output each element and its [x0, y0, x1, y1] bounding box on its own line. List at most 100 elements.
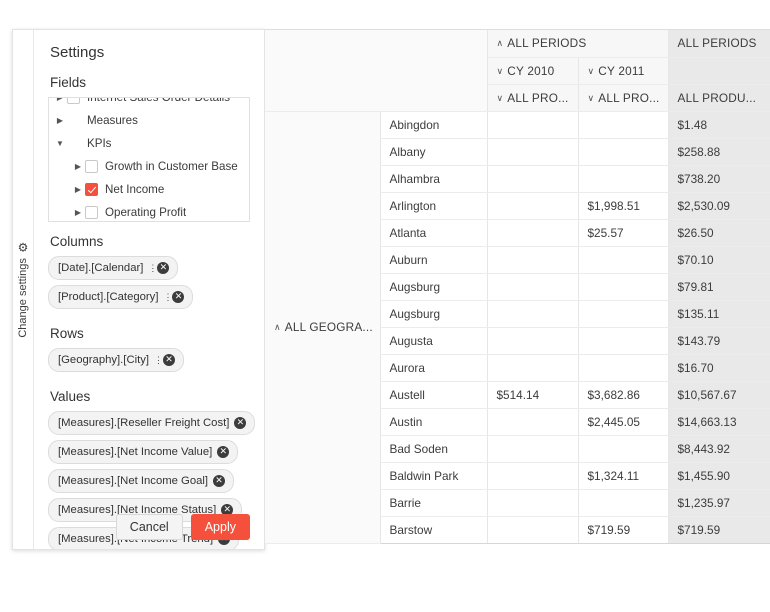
- table-row[interactable]: ∧ ALL GEOGRA... Abingdon $1.48: [265, 111, 770, 544]
- pivot-value-cell[interactable]: [487, 192, 579, 220]
- pivot-total-cell[interactable]: $258.88: [668, 138, 770, 166]
- pivot-value-cell[interactable]: [578, 246, 669, 274]
- pivot-total-cell[interactable]: $135.11: [668, 300, 770, 328]
- pivot-value-cell[interactable]: [487, 300, 579, 328]
- pivot-value-cell[interactable]: [487, 516, 579, 544]
- value-field-chip[interactable]: [Measures].[Net Income Value] ✕: [48, 440, 239, 464]
- chevron-right-icon[interactable]: ▶: [53, 98, 67, 102]
- pivot-value-cell[interactable]: [487, 435, 579, 463]
- pivot-row-label-cell[interactable]: Augusta: [380, 327, 488, 355]
- chevron-down-icon[interactable]: ∨: [497, 66, 504, 77]
- value-field-chip[interactable]: [Measures].[Net Income Goal] ✕: [48, 469, 235, 493]
- pivot-row-label-cell[interactable]: Aurora: [380, 354, 488, 382]
- chevron-down-icon[interactable]: ▼: [53, 139, 67, 148]
- pivot-column-header[interactable]: ∨ ALL PRO...: [578, 84, 669, 112]
- pivot-value-cell[interactable]: $2,445.05: [578, 408, 669, 436]
- pivot-row-label-cell[interactable]: Barstow: [380, 516, 488, 544]
- pivot-value-cell[interactable]: [578, 435, 669, 463]
- pivot-row-label-cell[interactable]: Augsburg: [380, 273, 488, 301]
- pivot-row-label-cell[interactable]: Abingdon: [380, 111, 488, 139]
- pivot-value-cell[interactable]: [487, 273, 579, 301]
- chevron-right-icon[interactable]: ▶: [53, 116, 67, 125]
- pivot-value-cell[interactable]: [487, 327, 579, 355]
- remove-icon[interactable]: ✕: [213, 475, 226, 487]
- chevron-up-icon[interactable]: ∧: [274, 322, 281, 333]
- pivot-row-group-header[interactable]: ∧ ALL GEOGRA...: [265, 111, 381, 544]
- pivot-value-cell[interactable]: $3,682.86: [578, 381, 669, 409]
- pivot-row-label-cell[interactable]: Auburn: [380, 246, 488, 274]
- pivot-value-cell[interactable]: [487, 111, 579, 139]
- remove-icon[interactable]: ✕: [163, 354, 176, 366]
- pivot-value-cell[interactable]: [487, 462, 579, 490]
- pivot-total-cell[interactable]: $10,567.67: [668, 381, 770, 409]
- pivot-row-label-cell[interactable]: Baldwin Park: [380, 462, 488, 490]
- field-checkbox[interactable]: [85, 183, 98, 196]
- pivot-column-header[interactable]: ∨ CY 2010: [487, 57, 579, 85]
- cancel-button[interactable]: Cancel: [115, 513, 183, 540]
- pivot-value-cell[interactable]: [487, 246, 579, 274]
- pivot-value-cell[interactable]: [487, 489, 579, 517]
- field-tree-item[interactable]: ▶ Growth in Customer Base: [49, 155, 249, 178]
- remove-icon[interactable]: ✕: [217, 446, 230, 458]
- change-settings-tab[interactable]: Change settings ⚙: [13, 30, 34, 549]
- pivot-total-cell[interactable]: $1,235.97: [668, 489, 770, 517]
- pivot-column-header[interactable]: ∨ ALL PRO...: [487, 84, 579, 112]
- pivot-value-cell[interactable]: [487, 165, 579, 193]
- row-field-chip[interactable]: [Geography].[City] ⋮ ✕: [48, 348, 185, 372]
- fields-tree[interactable]: ▶ Internet Sales Order Details ▶ Measures ▼ K…: [48, 97, 250, 222]
- pivot-total-cell[interactable]: $14,663.13: [668, 408, 770, 436]
- pivot-row-label-cell[interactable]: Bad Soden: [380, 435, 488, 463]
- pivot-value-cell[interactable]: [487, 408, 579, 436]
- pivot-value-cell[interactable]: [578, 273, 669, 301]
- pivot-value-cell[interactable]: $514.14: [487, 381, 579, 409]
- pivot-value-cell[interactable]: [578, 138, 669, 166]
- more-options-icon[interactable]: ⋮: [148, 264, 157, 273]
- pivot-total-cell[interactable]: $143.79: [668, 327, 770, 355]
- chevron-down-icon[interactable]: ∨: [588, 66, 595, 77]
- pivot-row-label-cell[interactable]: Albany: [380, 138, 488, 166]
- column-field-chip[interactable]: [Date].[Calendar] ⋮ ✕: [48, 256, 179, 280]
- pivot-value-cell[interactable]: $1,998.51: [578, 192, 669, 220]
- pivot-value-cell[interactable]: $25.57: [578, 219, 669, 247]
- pivot-value-cell[interactable]: [487, 138, 579, 166]
- pivot-grid[interactable]: ∧ ALL PERIODS ALL PERIODS ∨ CY 2010 ∨ CY 2011 ∨…: [265, 29, 770, 551]
- pivot-total-column-header[interactable]: ALL PERIODS: [668, 30, 770, 58]
- pivot-total-cell[interactable]: $2,530.09: [668, 192, 770, 220]
- chevron-up-icon[interactable]: ∧: [497, 38, 504, 49]
- pivot-value-cell[interactable]: [578, 489, 669, 517]
- pivot-total-cell[interactable]: $26.50: [668, 219, 770, 247]
- pivot-total-column-header[interactable]: ALL PRODU...: [668, 84, 770, 112]
- pivot-row-label-cell[interactable]: Austin: [380, 408, 488, 436]
- pivot-total-cell[interactable]: $1.48: [668, 111, 770, 139]
- pivot-total-cell[interactable]: $8,443.92: [668, 435, 770, 463]
- chevron-right-icon[interactable]: ▶: [71, 208, 85, 217]
- field-tree-item[interactable]: ▶ Operating Profit: [49, 201, 249, 221]
- field-checkbox[interactable]: [85, 206, 98, 219]
- pivot-total-cell[interactable]: $70.10: [668, 246, 770, 274]
- pivot-row-label-cell[interactable]: Alhambra: [380, 165, 488, 193]
- field-checkbox[interactable]: [85, 160, 98, 173]
- pivot-row-label-cell[interactable]: Atlanta: [380, 219, 488, 247]
- field-tree-item[interactable]: ▶ Measures: [49, 109, 249, 132]
- field-tree-item[interactable]: ▶ Net Income: [49, 178, 249, 201]
- field-tree-item[interactable]: ▼ KPIs: [49, 132, 249, 155]
- pivot-row-label-cell[interactable]: Arlington: [380, 192, 488, 220]
- pivot-total-cell[interactable]: $1,455.90: [668, 462, 770, 490]
- pivot-total-cell[interactable]: $738.20: [668, 165, 770, 193]
- pivot-row-label-cell[interactable]: Augsburg: [380, 300, 488, 328]
- remove-icon[interactable]: ✕: [157, 262, 170, 274]
- chevron-right-icon[interactable]: ▶: [71, 162, 85, 171]
- remove-icon[interactable]: ✕: [234, 417, 247, 429]
- value-field-chip[interactable]: [Measures].[Reseller Freight Cost] ✕: [48, 411, 256, 435]
- pivot-value-cell[interactable]: [578, 300, 669, 328]
- more-options-icon[interactable]: ⋮: [154, 356, 163, 365]
- pivot-total-cell[interactable]: $16.70: [668, 354, 770, 382]
- pivot-total-column-header[interactable]: [668, 57, 770, 85]
- field-tree-item[interactable]: ▶ Internet Sales Order Details: [49, 98, 249, 109]
- apply-button[interactable]: Apply: [190, 513, 250, 540]
- pivot-value-cell[interactable]: [578, 165, 669, 193]
- field-checkbox[interactable]: [67, 98, 80, 104]
- pivot-total-cell[interactable]: $79.81: [668, 273, 770, 301]
- pivot-value-cell[interactable]: [578, 111, 669, 139]
- pivot-column-header[interactable]: ∨ CY 2011: [578, 57, 669, 85]
